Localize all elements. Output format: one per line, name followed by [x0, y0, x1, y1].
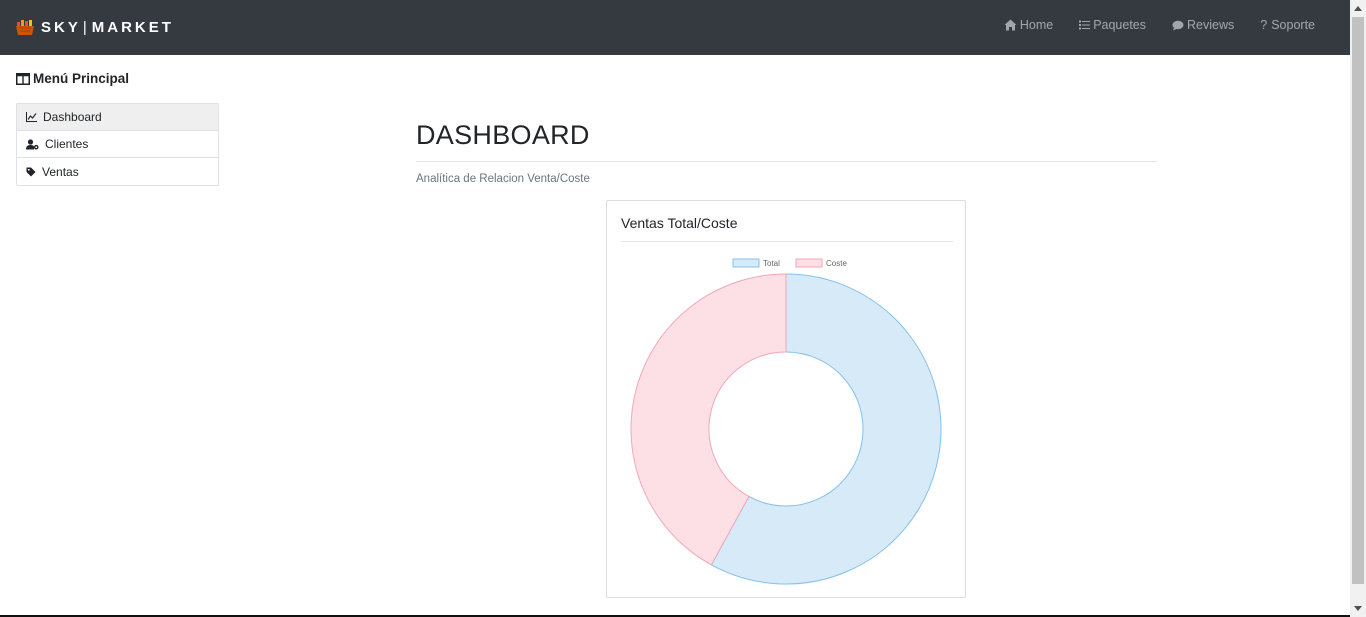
sidebar-item-label: Ventas [42, 164, 79, 179]
list-icon [1079, 20, 1091, 30]
legend-swatch-coste[interactable] [795, 258, 823, 268]
nav-menu: Home Paquetes Reviews ? Soporte [1004, 18, 1350, 32]
arrow-down-icon [1354, 605, 1362, 611]
brand-name: SKY | MARKET [41, 19, 174, 36]
question-icon: ? [1260, 18, 1268, 32]
nav-home-link[interactable]: Home [1004, 18, 1053, 32]
nav-paquetes-label: Paquetes [1093, 18, 1147, 32]
sidebar-item-label: Clientes [45, 137, 89, 151]
page: SKY | MARKET Home Paquetes Reviews ? Sopor… [0, 0, 1366, 617]
nav-reviews-link[interactable]: Reviews [1172, 18, 1234, 32]
navbar: SKY | MARKET Home Paquetes Reviews ? Sopor… [0, 0, 1350, 55]
brand-separator: | [82, 18, 90, 36]
nav-home-label: Home [1019, 18, 1054, 32]
nav-paquetes-link[interactable]: Paquetes [1079, 18, 1146, 32]
nav-soporte-link[interactable]: ? Soporte [1260, 18, 1315, 32]
scroll-up-button[interactable] [1350, 0, 1366, 16]
basket-icon [16, 20, 34, 35]
sidebar-title-label: Menú Principal [33, 71, 130, 86]
chart-legend: Total Coste [732, 258, 847, 268]
sidebar-menu: Dashboard Clientes Ventas [16, 103, 219, 186]
doughnut-chart: Total Coste [630, 258, 942, 585]
legend-swatch-total[interactable] [732, 258, 760, 268]
chart-card-title: Ventas Total/Coste [621, 215, 738, 231]
legend-label-coste: Coste [826, 259, 847, 268]
nav-reviews-label: Reviews [1187, 18, 1235, 32]
legend-label-total: Total [763, 259, 780, 268]
brand-name-right: MARKET [91, 18, 174, 36]
title-divider [416, 161, 1157, 162]
chart-card-divider [621, 241, 953, 242]
layout-icon [16, 72, 30, 85]
vertical-scrollbar[interactable] [1350, 0, 1366, 617]
chart-line-icon [26, 112, 37, 122]
brand-logo[interactable]: SKY | MARKET [15, 16, 174, 38]
sidebar-title: Menú Principal [16, 71, 129, 86]
sidebar-item-label: Dashboard [43, 110, 102, 124]
sidebar-item-dashboard[interactable]: Dashboard [17, 104, 218, 131]
user-gear-icon [26, 138, 39, 149]
scroll-down-button[interactable] [1350, 600, 1366, 616]
sidebar-item-ventas[interactable]: Ventas [17, 158, 218, 185]
chat-icon [1172, 20, 1184, 30]
page-subtitle: Analítica de Relacion Venta/Coste [416, 173, 590, 185]
scrollbar-thumb[interactable] [1352, 17, 1364, 584]
tag-icon [26, 167, 36, 176]
sidebar-item-clientes[interactable]: Clientes [17, 131, 218, 158]
arrow-up-icon [1354, 5, 1362, 11]
home-icon [1004, 19, 1017, 31]
page-title: DASHBOARD [416, 120, 590, 150]
brand-name-left: SKY [41, 18, 81, 36]
nav-soporte-label: Soporte [1271, 18, 1315, 32]
chart-card: Ventas Total/Coste Total Coste [606, 200, 966, 598]
